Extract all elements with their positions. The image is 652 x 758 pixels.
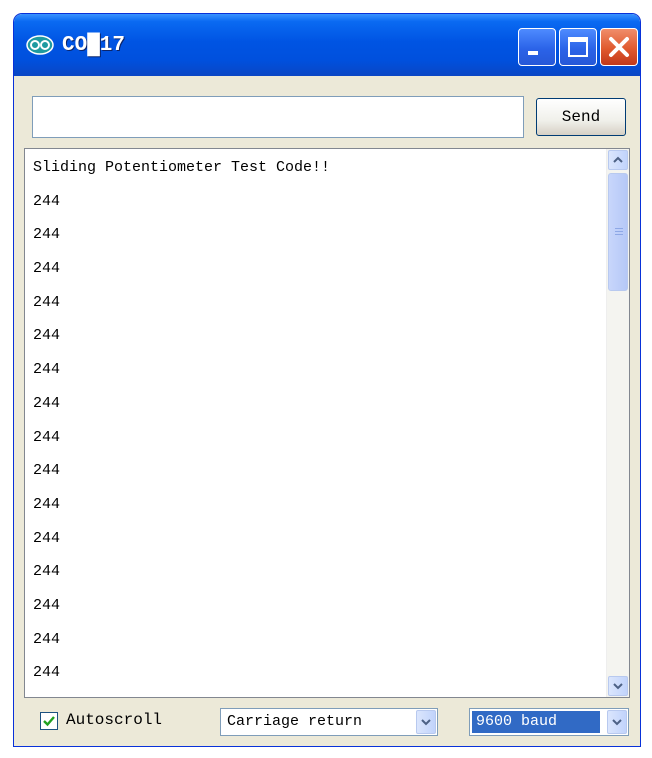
output-line: 244: [33, 596, 61, 614]
baud-value: 9600 baud: [472, 711, 600, 733]
maximize-icon: [568, 37, 588, 57]
send-button[interactable]: Send: [536, 98, 626, 136]
output-line: 244: [33, 226, 61, 244]
vertical-scrollbar[interactable]: [606, 149, 629, 697]
chevron-down-icon: [421, 719, 431, 726]
output-line: 244: [33, 462, 61, 480]
baud-select[interactable]: 9600 baud: [469, 708, 629, 736]
chevron-down-icon: [613, 683, 623, 690]
line-ending-dropdown-button[interactable]: [416, 710, 436, 734]
serial-monitor-window: CO█17 Send Sliding Potentiometer Test Co…: [14, 14, 640, 746]
output-line: 244: [33, 630, 61, 648]
minimize-icon: [528, 51, 538, 55]
autoscroll-checkbox[interactable]: [40, 712, 58, 730]
close-button[interactable]: [600, 28, 638, 66]
autoscroll-label: Autoscroll: [66, 711, 163, 729]
output-line: 244: [33, 563, 61, 581]
output-line: 244: [33, 293, 61, 311]
scroll-thumb[interactable]: [608, 173, 628, 291]
output-line: 244: [33, 394, 61, 412]
chevron-up-icon: [613, 156, 623, 163]
line-ending-select[interactable]: Carriage return: [220, 708, 438, 736]
monitor-body: Send Sliding Potentiometer Test Code!! 24…: [20, 76, 634, 740]
send-input[interactable]: [32, 96, 524, 138]
arduino-icon: [26, 35, 54, 55]
output-lines: Sliding Potentiometer Test Code!! 244 244 2…: [33, 151, 613, 690]
checkmark-icon: [43, 716, 55, 727]
output-line: 244: [33, 260, 61, 278]
minimize-button[interactable]: [518, 28, 556, 66]
output-line: 244: [33, 529, 61, 547]
title-bar[interactable]: CO█17: [14, 14, 640, 76]
output-line: 244: [33, 664, 61, 682]
output-line: 244: [33, 327, 61, 345]
output-line: 244: [33, 361, 61, 379]
output-line: Sliding Potentiometer Test Code!!: [33, 159, 331, 176]
serial-output[interactable]: Sliding Potentiometer Test Code!! 244 244 2…: [24, 148, 630, 698]
grip-icon: [615, 228, 623, 229]
footer-bar: Autoscroll Carriage return 9600 baud: [20, 704, 634, 740]
output-line: 244: [33, 428, 61, 446]
line-ending-value: Carriage return: [227, 713, 363, 730]
close-icon: [609, 37, 629, 57]
output-line: 244: [33, 192, 61, 210]
chevron-down-icon: [612, 719, 622, 726]
maximize-button[interactable]: [559, 28, 597, 66]
scroll-up-button[interactable]: [608, 150, 628, 170]
window-title: CO█17: [62, 34, 126, 57]
output-line: 244: [33, 495, 61, 513]
scroll-down-button[interactable]: [608, 676, 628, 696]
baud-dropdown-button[interactable]: [607, 710, 627, 734]
